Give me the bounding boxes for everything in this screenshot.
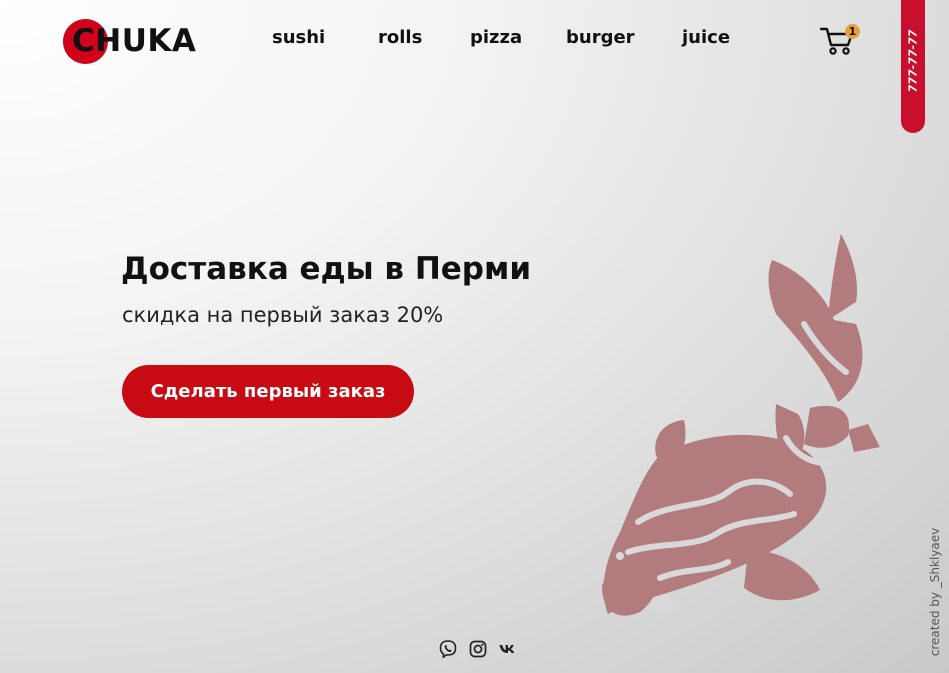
social-links <box>438 639 518 661</box>
phone-tab[interactable]: 777-77-77 <box>901 0 925 133</box>
hero-subtitle: скидка на первый заказ 20% <box>122 303 444 327</box>
nav-item-juice[interactable]: juice <box>682 26 730 50</box>
cart-button[interactable]: 1 <box>819 24 860 58</box>
credit-text: created by _Shklyaev <box>928 527 942 657</box>
cart-count-badge: 1 <box>845 24 860 39</box>
koi-fish-icon <box>602 234 880 616</box>
nav-item-pizza[interactable]: pizza <box>470 26 522 50</box>
instagram-icon[interactable] <box>468 639 488 659</box>
nav-item-sushi[interactable]: sushi <box>272 26 325 50</box>
logo[interactable]: CHUKA <box>63 19 213 65</box>
hero-title: Доставка еды в Перми <box>121 251 532 287</box>
nav-item-burger[interactable]: burger <box>566 26 635 50</box>
nav-item-rolls[interactable]: rolls <box>378 26 422 50</box>
vk-icon[interactable] <box>498 639 518 659</box>
logo-text: CHUKA <box>72 23 197 59</box>
phone-number[interactable]: 777-77-77 <box>907 30 920 93</box>
viber-icon[interactable] <box>438 639 458 659</box>
first-order-button[interactable]: Сделать первый заказ <box>122 365 414 418</box>
